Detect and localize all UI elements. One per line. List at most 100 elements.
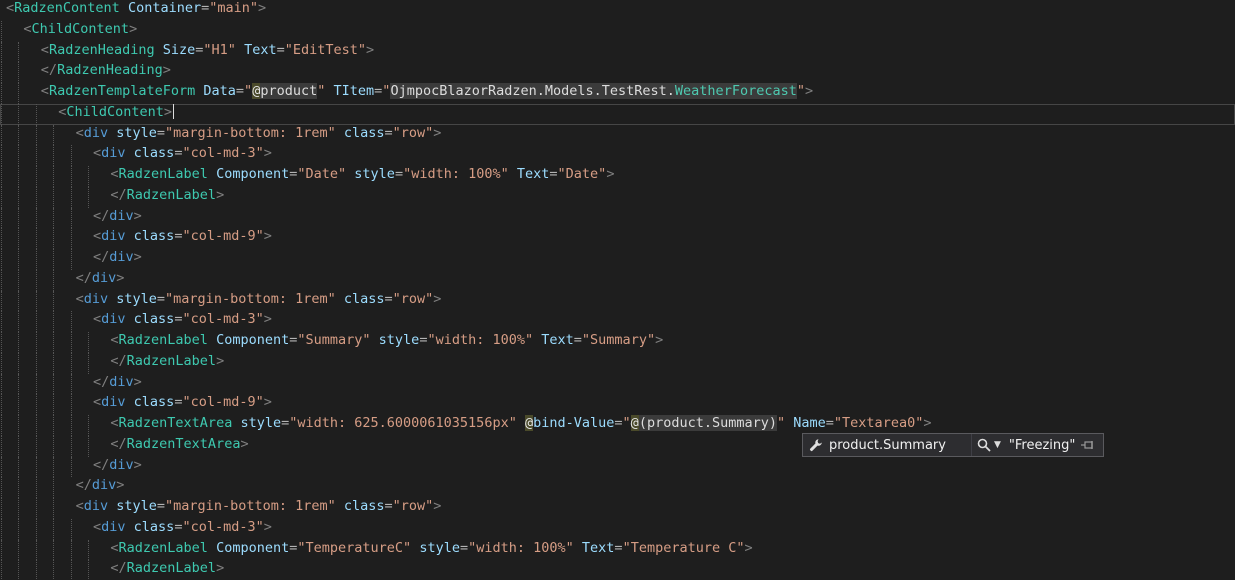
code-line[interactable]: </div> <box>0 456 1235 478</box>
indent-guide <box>53 456 55 478</box>
indent-guide <box>35 332 37 353</box>
code-line[interactable]: <RadzenHeading Size="H1" Text="EditTest"… <box>0 41 1235 63</box>
debugger-datatip[interactable]: product.Summary ▼ "Freezing" <box>802 433 1104 457</box>
indent-guide <box>18 290 20 312</box>
code-token: Text <box>516 166 550 182</box>
code-token: div <box>101 311 126 328</box>
code-token: OjmpocBlazorRadzen.Models.TestRest. <box>390 83 675 99</box>
code-token: " <box>796 83 805 99</box>
code-token: </ <box>93 373 110 390</box>
indent-guide <box>1 83 2 104</box>
code-token: " <box>776 415 786 431</box>
code-line[interactable]: <div style="margin-bottom: 1rem" class="… <box>0 124 1235 146</box>
code-text: </RadzenLabel> <box>110 560 224 577</box>
code-token: style <box>419 539 460 556</box>
code-text: <RadzenLabel Component="Summary" style="… <box>110 332 663 349</box>
indent-guide <box>53 539 55 561</box>
datatip-value[interactable]: "Freezing" <box>1009 438 1075 453</box>
code-line[interactable]: </RadzenHeading> <box>0 62 1235 83</box>
code-token: > <box>744 539 753 556</box>
indent-guide <box>1 186 2 208</box>
code-line[interactable]: <div class="col-md-9"> <box>0 228 1235 249</box>
code-token: RadzenLabel <box>126 186 217 203</box>
code-token: "width: 100%" <box>427 332 534 348</box>
code-line[interactable]: </RadzenLabel> <box>0 352 1235 374</box>
indent-guide <box>18 352 20 374</box>
indent-guide <box>53 207 55 229</box>
code-token: = <box>384 498 393 514</box>
code-token: "TemperatureC" <box>297 539 412 556</box>
code-line[interactable]: </div> <box>0 269 1235 291</box>
code-token: = <box>394 166 404 182</box>
indent-guide <box>1 352 2 374</box>
code-token: < <box>93 311 102 328</box>
code-token: (product.Summary) <box>638 415 777 431</box>
code-token: "row" <box>392 124 434 141</box>
code-token: = <box>825 415 834 431</box>
code-line[interactable]: <RadzenContent Container="main"> <box>0 0 1235 21</box>
code-token: > <box>263 518 272 535</box>
code-token: Component <box>216 166 290 182</box>
code-token: class <box>133 145 175 162</box>
code-text: </RadzenLabel> <box>110 187 224 204</box>
indent-guide <box>1 103 2 125</box>
indent-guide <box>88 539 89 561</box>
indent-guide <box>70 311 72 332</box>
code-line[interactable]: </div> <box>0 207 1235 229</box>
code-line[interactable]: <RadzenLabel Component="Summary" style="… <box>0 332 1235 353</box>
code-line[interactable]: <RadzenLabel Component="Date" style="wid… <box>0 166 1235 187</box>
indent-guide <box>53 352 55 374</box>
code-token: RadzenHeading <box>48 41 155 58</box>
indent-guide <box>1 20 2 42</box>
chevron-down-icon[interactable]: ▼ <box>994 440 1001 450</box>
code-line[interactable]: <div class="col-md-3"> <box>0 518 1235 540</box>
indent-guide <box>1 290 2 312</box>
code-token: "row" <box>392 498 434 514</box>
code-line[interactable]: </div> <box>0 477 1235 498</box>
code-token: </ <box>75 269 92 286</box>
code-token: div <box>101 145 126 162</box>
code-line[interactable]: </div> <box>0 249 1235 270</box>
code-token: class <box>343 290 385 307</box>
magnifier-icon[interactable] <box>976 437 992 453</box>
code-line[interactable]: <ChildContent> <box>0 103 1235 125</box>
code-token: > <box>116 269 125 286</box>
code-line[interactable]: <ChildContent> <box>0 20 1235 42</box>
indent-guide <box>1 539 2 561</box>
code-token: = <box>156 124 166 141</box>
pin-icon[interactable] <box>1081 438 1095 452</box>
code-line[interactable]: <RadzenLabel Component = "TemperatureC" st… <box>0 539 1235 561</box>
indent-guide <box>70 332 72 353</box>
code-token: RadzenHeading <box>57 62 163 79</box>
code-line[interactable]: <div class="col-md-3"> <box>0 311 1235 332</box>
code-token: class <box>133 518 175 535</box>
code-token: ChildContent <box>66 103 164 120</box>
code-editor[interactable]: <RadzenContent Container="main"> <ChildCo… <box>0 0 1235 580</box>
code-line[interactable]: </RadzenLabel> <box>0 186 1235 208</box>
code-token: = <box>384 124 393 141</box>
code-token: class <box>133 228 175 245</box>
code-line[interactable]: </div> <box>0 373 1235 395</box>
code-token: RadzenLabel <box>118 539 208 556</box>
code-token: = <box>156 498 166 514</box>
indent-guide <box>35 249 37 270</box>
code-line[interactable]: <div class="col-md-3"> <box>0 145 1235 166</box>
code-line[interactable]: <div style="margin-bottom: 1rem" class="… <box>0 498 1235 519</box>
code-line[interactable]: <div style="margin-bottom: 1rem" class="… <box>0 290 1235 312</box>
code-token: style <box>116 124 157 141</box>
code-line[interactable]: <RadzenTemplateForm Data="@product" TIte… <box>0 83 1235 104</box>
indent-guide <box>53 311 55 332</box>
indent-guide <box>35 207 37 229</box>
indent-guide <box>88 166 89 187</box>
code-token: @ <box>524 415 534 431</box>
indent-guide <box>53 145 55 166</box>
code-token: > <box>133 456 142 473</box>
code-line[interactable]: <div class="col-md-9"> <box>0 394 1235 415</box>
code-line[interactable]: </RadzenLabel> <box>0 560 1235 580</box>
indent-guide <box>35 539 37 561</box>
